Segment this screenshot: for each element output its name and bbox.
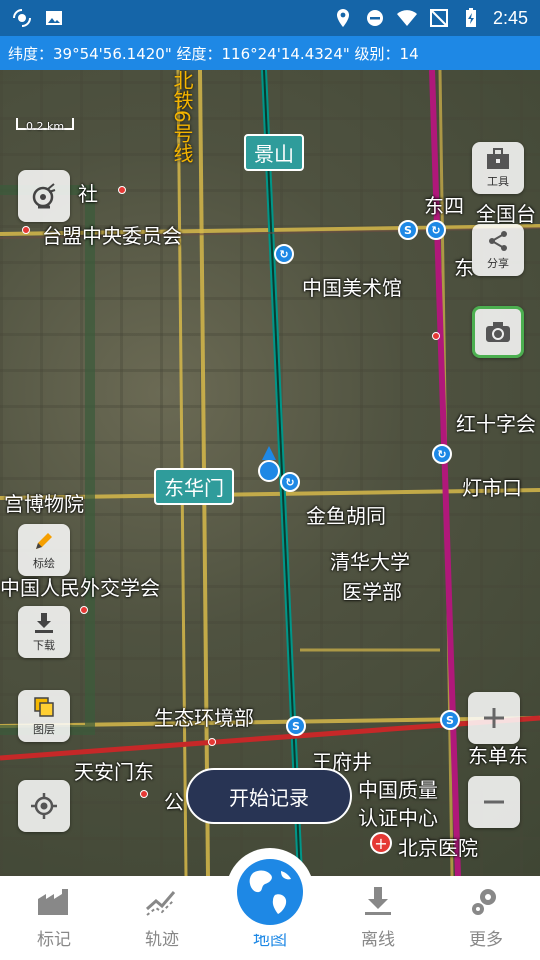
map-label: 中国美术馆 xyxy=(302,276,402,300)
metro-line-label: 北铁6号线 xyxy=(170,70,194,163)
metro-station-marker[interactable]: S xyxy=(398,220,418,240)
map-label: 金鱼胡同 xyxy=(306,504,386,528)
station-donghuamen[interactable]: 东华门 xyxy=(154,468,234,505)
download-label: 下载 xyxy=(33,639,55,652)
download-button[interactable]: 下载 xyxy=(18,606,70,658)
map-label: 灯市口 xyxy=(462,476,522,500)
satellite-map[interactable]: 0.2 km 北铁6号线 景山 东华门 社 台盟中央委员会 中国美术馆 东四 全… xyxy=(0,70,540,876)
track-icon xyxy=(146,891,176,916)
layers-icon xyxy=(34,697,54,717)
metro-station-marker[interactable]: S xyxy=(286,716,306,736)
crosshair-icon xyxy=(31,793,57,819)
metro-station-marker[interactable]: ↻ xyxy=(426,220,446,240)
poi-marker[interactable] xyxy=(208,738,216,746)
toolbox-icon xyxy=(487,148,509,169)
satellite-status-icon xyxy=(13,9,31,27)
annotate-label: 标绘 xyxy=(33,557,55,570)
zoom-out-button[interactable] xyxy=(468,776,520,828)
nav-label: 更多 xyxy=(469,930,503,950)
share-label: 分享 xyxy=(487,257,509,270)
map-label: 生态环境部 xyxy=(154,706,254,730)
zoom-in-button[interactable] xyxy=(468,692,520,744)
map-label: 医学部 xyxy=(342,580,402,604)
camera-icon xyxy=(486,322,510,342)
map-globe-button[interactable] xyxy=(226,848,314,936)
map-label: 东四 xyxy=(424,194,464,218)
download-icon xyxy=(35,613,53,633)
poi-marker[interactable] xyxy=(22,226,30,234)
satellite-source-button[interactable] xyxy=(18,170,70,222)
plus-icon xyxy=(484,708,504,728)
no-signal-icon xyxy=(429,9,448,27)
map-label: 社 xyxy=(78,182,98,206)
map-label: 公 xyxy=(164,790,184,814)
station-jingshan[interactable]: 景山 xyxy=(244,134,304,171)
map-label: 中国人民外交学会 xyxy=(0,576,160,600)
pencil-icon xyxy=(36,533,52,549)
map-label: 全国台 xyxy=(476,202,536,226)
hospital-icon: + xyxy=(370,832,392,854)
annotate-button[interactable]: 标绘 xyxy=(18,524,70,576)
poi-marker[interactable] xyxy=(140,790,148,798)
nav-item-offline[interactable]: 离线 xyxy=(324,876,432,960)
wifi-icon xyxy=(396,10,417,26)
map-label: 北京医院 xyxy=(398,836,478,860)
minus-icon xyxy=(484,800,504,804)
screenshot-button[interactable] xyxy=(472,306,524,358)
map-label: 宫博物院 xyxy=(4,492,84,516)
heading-arrow-icon xyxy=(262,446,276,460)
map-label: 中国质量 xyxy=(358,778,438,802)
start-recording-button[interactable]: 开始记录 xyxy=(186,768,352,824)
layers-button[interactable]: 图层 xyxy=(18,690,70,742)
metro-station-marker[interactable]: ↻ xyxy=(432,444,452,464)
location-status-icon xyxy=(336,9,349,27)
satellite-dish-icon xyxy=(32,183,56,209)
map-label: 东单东 xyxy=(468,744,528,768)
nav-label: 标记 xyxy=(37,930,71,950)
download-icon xyxy=(365,887,391,915)
gears-icon xyxy=(472,889,496,915)
map-label: 天安门东 xyxy=(74,760,154,784)
my-location-button[interactable] xyxy=(18,780,70,832)
status-bar: 2:45 xyxy=(0,0,540,36)
image-status-icon xyxy=(46,11,62,25)
map-label: 红十字会 xyxy=(456,412,536,436)
map-scale-label: 0.2 km xyxy=(26,120,65,133)
metro-station-marker[interactable]: ↻ xyxy=(280,472,300,492)
map-label: 清华大学 xyxy=(330,550,410,574)
poi-marker[interactable] xyxy=(80,606,88,614)
poi-marker[interactable] xyxy=(432,332,440,340)
map-label: 认证中心 xyxy=(358,806,438,830)
tools-button[interactable]: 工具 xyxy=(472,142,524,194)
tools-label: 工具 xyxy=(487,175,509,188)
nav-item-more[interactable]: 更多 xyxy=(432,876,540,960)
share-button[interactable]: 分享 xyxy=(472,224,524,276)
do-not-disturb-icon xyxy=(366,10,383,26)
map-label: 台盟中央委员会 xyxy=(42,224,182,248)
nav-label: 轨迹 xyxy=(145,930,179,950)
current-location-marker xyxy=(258,460,280,482)
coordinate-bar: 纬度：39°54'56.1420" 经度：116°24'14.4324" 级别：… xyxy=(0,36,540,70)
factory-icon xyxy=(38,889,68,915)
poi-marker[interactable] xyxy=(118,186,126,194)
nav-item-markers[interactable]: 标记 xyxy=(0,876,108,960)
battery-charging-icon xyxy=(465,8,476,27)
layers-label: 图层 xyxy=(33,723,55,736)
globe-icon xyxy=(237,859,303,925)
metro-station-marker[interactable]: ↻ xyxy=(274,244,294,264)
nav-item-tracks[interactable]: 轨迹 xyxy=(108,876,216,960)
metro-station-marker[interactable]: S xyxy=(440,710,460,730)
status-time: 2:45 xyxy=(492,7,528,28)
share-icon xyxy=(489,231,507,251)
nav-label: 离线 xyxy=(361,930,395,950)
map-label: 东 xyxy=(454,256,474,280)
